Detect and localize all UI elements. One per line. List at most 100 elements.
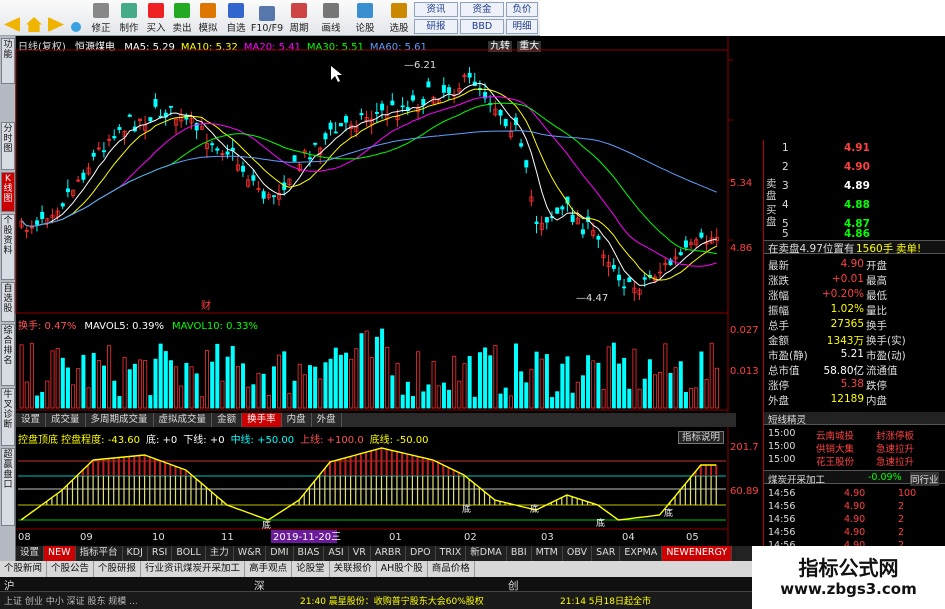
quote-value: 4.90 [840,258,864,270]
volume-bar [328,358,333,409]
volume-bar [307,365,312,409]
news-stock[interactable]: 供销大集 [816,441,854,455]
quote-value: 1343万 [826,335,864,347]
indicator-tab[interactable]: EXPMA [620,546,663,561]
volume-tab[interactable]: 内盘 [282,413,312,427]
indicator-tab[interactable]: ARBR [371,546,407,561]
indicator-tab[interactable]: 新DMA [466,546,507,561]
date-label: 11 [221,532,234,543]
volume-bar [189,366,194,409]
date-highlight: 2019-11-20三 [273,532,341,543]
indicator-tab[interactable]: KDJ [123,546,148,561]
volume-bar [29,342,34,409]
volume-bar [359,333,364,409]
volume-tab[interactable]: 外盘 [312,413,342,427]
indicator-tab[interactable]: OBV [563,546,593,561]
indicator-legend-item: 控盘顶底 控盘程度: -43.60 [18,435,140,446]
news-link[interactable]: 个股公告 [47,561,95,577]
sell-level: 3 [782,180,789,192]
news-link[interactable]: 行业资讯煤炭开采加工 [141,561,246,577]
news-time: 15:00 [768,441,796,452]
news-link[interactable]: AH股个股 [377,561,428,577]
volume-bar [596,362,601,409]
news-link[interactable]: 关联报价 [330,561,377,577]
quote-label: 市盈(静) [768,350,808,362]
indicator-tab[interactable]: DPO [406,546,436,561]
volume-tab[interactable]: 换手率 [242,413,282,427]
indicator-legend-item: 底线: -50.00 [369,435,429,446]
tick-price: 4.90 [844,527,866,538]
tick-volume: 2 [898,527,905,538]
news-stock[interactable]: 云南城投 [816,428,854,442]
news-link[interactable]: 个股研报 [94,561,142,577]
indicator-header: 控盘顶底 控盘程度: -43.60 底: +0 下线: +0 中线: +50.00 上线… [18,431,434,446]
candle-body [617,274,622,281]
indicator-tab[interactable]: 主力 [206,546,234,561]
candle-body [544,217,549,223]
volume-tab[interactable]: 金额 [212,413,243,427]
candle-body [292,155,297,162]
sector-row[interactable]: 煤炭开采加工 -0.09% 同行业 [764,470,945,486]
indicator-tab[interactable]: W&R [234,546,267,561]
candle-body [112,136,117,139]
news-link[interactable]: 个股新闻 [0,561,48,577]
indicator-tab[interactable]: DMI [266,546,294,561]
volume-bar [323,362,328,409]
indicator-tab[interactable]: BBI [507,546,532,561]
volume-bar [256,373,261,409]
volume-bar [241,363,246,409]
volume-bar [65,367,70,409]
volume-bar [539,358,544,409]
volume-bar [364,330,369,409]
news-link[interactable]: 高手观点 [245,561,293,577]
indicator-explain-button[interactable]: 指标说明 [678,431,724,444]
volume-bar [19,344,24,409]
volume-tab[interactable]: 成交量 [46,413,86,427]
ma-line [21,88,718,281]
indicator-area [18,447,726,521]
sell-level: 1 [782,142,789,154]
indicator-tab[interactable]: ASI [324,546,349,561]
volume-bar [246,386,251,409]
candle-body [503,119,508,127]
indicator-tab[interactable]: MTM [532,546,563,561]
volume-bar [534,351,539,409]
quote-label: 涨幅 [768,290,789,302]
candle-body [699,232,704,238]
volume-bar [503,387,508,409]
volume-bar [251,384,256,409]
bottom-tag: 底 [664,507,673,519]
sell-price: 4.89 [844,180,870,192]
news-stock[interactable]: 花王股份 [816,454,854,468]
tick-volume: 2 [898,501,905,512]
indicator-tab[interactable]: 设置 [16,546,45,561]
indicator-tab[interactable]: NEW [44,546,76,561]
volume-bar [143,360,148,409]
indicator-tab[interactable]: 指标平台 [76,546,123,561]
candle-body [410,95,415,101]
news-link[interactable]: 商品价格 [428,561,475,577]
volume-bar [493,345,498,409]
volume-tab[interactable]: 设置 [16,413,47,427]
volume-tab[interactable]: 虚拟成交量 [154,413,213,427]
volume-bar [374,336,379,409]
volume-tab[interactable]: 多周期成交量 [86,413,154,427]
volume-bar [555,391,560,409]
indicator-tab[interactable]: SAR [592,546,621,561]
indicator-tab[interactable]: RSI [148,546,173,561]
volume-bar [199,396,204,409]
news-link[interactable]: 论股堂 [292,561,330,577]
candle-body [241,165,246,172]
volume-bar [174,366,179,409]
indicator-tab[interactable]: TRIX [436,546,467,561]
indicator-tab[interactable]: BIAS [294,546,325,561]
quote-label-right: 换手(实) [866,335,906,347]
quote-label-right: 内盘 [866,395,887,407]
volume-bar [560,363,565,409]
indicator-tab[interactable]: VR [349,546,371,561]
indicator-tab[interactable]: NEWENERGY [662,546,733,561]
indicator-tab[interactable]: BOLL [172,546,206,561]
news-time: 15:00 [768,454,796,465]
candle-body [215,148,220,151]
candle-body [622,286,627,289]
